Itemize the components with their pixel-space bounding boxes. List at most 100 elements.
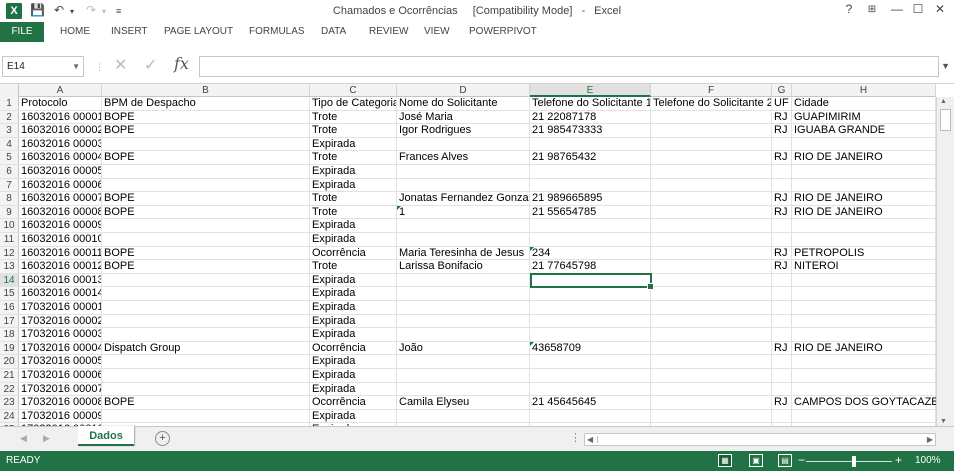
cell-g17[interactable]: [772, 314, 792, 328]
row-header[interactable]: 14: [0, 273, 19, 287]
tab-review[interactable]: REVIEW: [369, 22, 408, 42]
cell-c13[interactable]: Trote: [310, 260, 397, 273]
cell-e7[interactable]: [530, 178, 651, 192]
cell-g16[interactable]: [772, 301, 792, 314]
cell-a21[interactable]: 17032016 00006: [19, 369, 102, 382]
cell-d1[interactable]: Nome do Solicitante: [397, 97, 530, 110]
cell-g24[interactable]: [772, 409, 792, 423]
formula-bar-handle-icon[interactable]: ⋮: [95, 62, 104, 73]
cell-a16[interactable]: 17032016 00001: [19, 301, 102, 314]
cell-e18[interactable]: [530, 328, 651, 341]
cell-g12[interactable]: RJ: [772, 246, 792, 260]
cell-d8[interactable]: Jonatas Fernandez Gonzale: [397, 192, 530, 205]
page-break-preview-icon[interactable]: ▤: [778, 454, 792, 467]
cell-a4[interactable]: 16032016 00003: [19, 137, 102, 151]
next-sheet-icon[interactable]: ▶: [43, 433, 50, 444]
row-header[interactable]: 21: [0, 369, 19, 382]
cell-f18[interactable]: [651, 328, 772, 341]
enter-icon[interactable]: ✓: [144, 55, 157, 75]
cell-d15[interactable]: [397, 287, 530, 300]
cell-b24[interactable]: [102, 409, 310, 423]
cell-b2[interactable]: BOPE: [102, 110, 310, 124]
cell-f8[interactable]: [651, 192, 772, 205]
column-header-b[interactable]: B: [102, 84, 310, 97]
cell-g15[interactable]: [772, 287, 792, 300]
row-header[interactable]: 11: [0, 233, 19, 246]
prev-sheet-icon[interactable]: ◀: [20, 433, 27, 444]
cell-c19[interactable]: Ocorrência: [310, 341, 397, 355]
row-header[interactable]: 24: [0, 409, 19, 423]
row-header[interactable]: 22: [0, 382, 19, 396]
cell-b14[interactable]: [102, 273, 310, 287]
cell-c12[interactable]: Ocorrência: [310, 246, 397, 260]
cell-b3[interactable]: BOPE: [102, 124, 310, 137]
cell-a1[interactable]: Protocolo: [19, 97, 102, 110]
cell-b21[interactable]: [102, 369, 310, 382]
cell-c5[interactable]: Trote: [310, 151, 397, 164]
cell-g8[interactable]: RJ: [772, 192, 792, 205]
cell-f3[interactable]: [651, 124, 772, 137]
cell-h11[interactable]: [792, 233, 936, 246]
expand-formula-bar-icon[interactable]: ▼: [941, 61, 950, 71]
minimize-button[interactable]: —: [887, 2, 907, 16]
row-header[interactable]: 6: [0, 165, 19, 178]
cell-c20[interactable]: Expirada: [310, 355, 397, 368]
scroll-down-icon[interactable]: ▼: [940, 418, 947, 425]
zoom-out-button[interactable]: −: [798, 453, 805, 467]
cell-d12[interactable]: Maria Teresinha de Jesus: [397, 246, 530, 260]
tab-split-handle-icon[interactable]: ⋮: [570, 431, 581, 444]
cell-h1[interactable]: Cidade: [792, 97, 936, 110]
cell-f11[interactable]: [651, 233, 772, 246]
cell-a5[interactable]: 16032016 00004: [19, 151, 102, 164]
row-header[interactable]: 15: [0, 287, 19, 300]
cell-g9[interactable]: RJ: [772, 205, 792, 219]
cell-h3[interactable]: IGUABA GRANDE: [792, 124, 936, 137]
vertical-scrollbar[interactable]: ▲ ▼: [936, 97, 954, 426]
cell-e21[interactable]: [530, 369, 651, 382]
cell-a22[interactable]: 17032016 00007: [19, 382, 102, 396]
cell-h16[interactable]: [792, 301, 936, 314]
tab-insert[interactable]: INSERT: [111, 22, 148, 42]
cell-g2[interactable]: RJ: [772, 110, 792, 124]
cell-d7[interactable]: [397, 178, 530, 192]
cell-a14[interactable]: 16032016 00013: [19, 273, 102, 287]
row-header[interactable]: 17: [0, 314, 19, 328]
cell-g6[interactable]: [772, 165, 792, 178]
cell-g19[interactable]: RJ: [772, 341, 792, 355]
cell-h5[interactable]: RIO DE JANEIRO: [792, 151, 936, 164]
cell-a20[interactable]: 17032016 00005: [19, 355, 102, 368]
normal-view-icon[interactable]: ▦: [718, 454, 732, 467]
cell-e2[interactable]: 21 22087178: [530, 110, 651, 124]
cell-c6[interactable]: Expirada: [310, 165, 397, 178]
column-header-c[interactable]: C: [310, 84, 397, 97]
cell-a19[interactable]: 17032016 00004: [19, 341, 102, 355]
cell-e9[interactable]: 21 55654785: [530, 205, 651, 219]
cell-c7[interactable]: Expirada: [310, 178, 397, 192]
cell-g20[interactable]: [772, 355, 792, 368]
cell-c9[interactable]: Trote: [310, 205, 397, 219]
cell-e19[interactable]: 43658709: [530, 341, 651, 355]
cell-f13[interactable]: [651, 260, 772, 273]
worksheet-grid[interactable]: A B C D E F G H 1 Protocolo BPM de Despach…: [0, 84, 936, 426]
cell-f6[interactable]: [651, 165, 772, 178]
row-header[interactable]: 4: [0, 137, 19, 151]
cell-a7[interactable]: 16032016 00006: [19, 178, 102, 192]
cell-g11[interactable]: [772, 233, 792, 246]
zoom-slider-track[interactable]: [806, 461, 892, 462]
column-header-a[interactable]: A: [19, 84, 102, 97]
cell-h23[interactable]: CAMPOS DOS GOYTACAZES: [792, 396, 936, 409]
cell-c23[interactable]: Ocorrência: [310, 396, 397, 409]
cell-d13[interactable]: Larissa Bonifacio: [397, 260, 530, 273]
cell-f2[interactable]: [651, 110, 772, 124]
cell-g22[interactable]: [772, 382, 792, 396]
column-header-e[interactable]: E: [530, 84, 651, 97]
scroll-up-icon[interactable]: ▲: [940, 98, 947, 105]
cell-d9[interactable]: 1: [397, 205, 530, 219]
cell-e4[interactable]: [530, 137, 651, 151]
cell-f19[interactable]: [651, 341, 772, 355]
cell-f9[interactable]: [651, 205, 772, 219]
cell-e24[interactable]: [530, 409, 651, 423]
tab-formulas[interactable]: FORMULAS: [249, 22, 305, 42]
tab-data[interactable]: DATA: [321, 22, 346, 42]
cell-h22[interactable]: [792, 382, 936, 396]
